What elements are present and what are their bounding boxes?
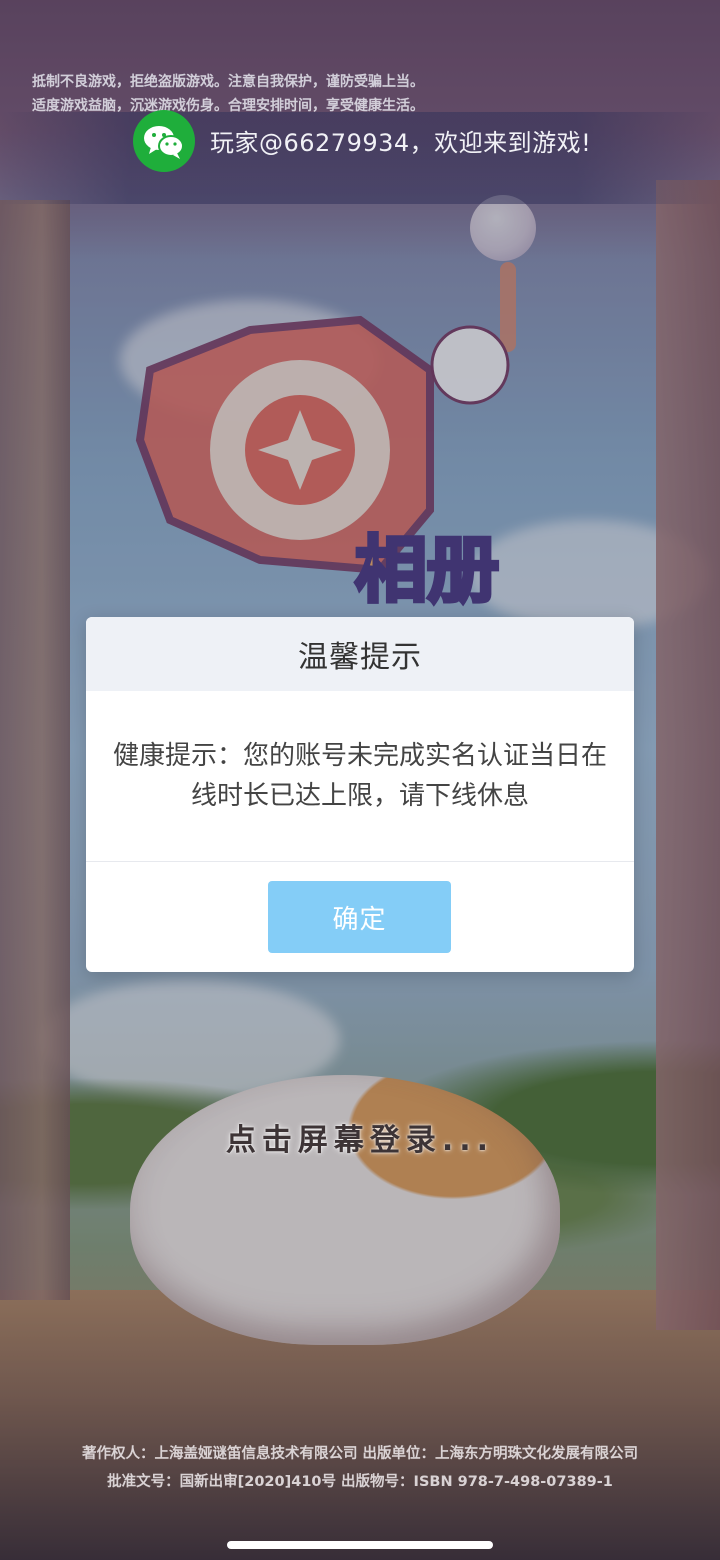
copyright-info: 著作权人：上海盖娅谜笛信息技术有限公司 出版单位：上海东方明珠文化发展有限公司 … [0, 1440, 720, 1496]
wechat-icon [133, 110, 195, 172]
health-notice-line-1: 抵制不良游戏，拒绝盗版游戏。注意自我保护，谨防受骗上当。 [32, 74, 424, 90]
welcome-message: 玩家@66279934，欢迎来到游戏! [210, 129, 592, 157]
dialog-title: 温馨提示 [86, 617, 634, 691]
dialog-body: 健康提示：您的账号未完成实名认证当日在线时长已达上限，请下线休息 [86, 691, 634, 862]
copyright-line-2: 批准文号：国新出审[2020]410号 出版物号：ISBN 978-7-498-… [107, 1474, 613, 1490]
copyright-line-1: 著作权人：上海盖娅谜笛信息技术有限公司 出版单位：上海东方明珠文化发展有限公司 [81, 1446, 639, 1462]
home-indicator[interactable] [227, 1541, 493, 1549]
health-reminder-dialog: 温馨提示 健康提示：您的账号未完成实名认证当日在线时长已达上限，请下线休息 确定 [86, 617, 634, 972]
dialog-footer: 确定 [86, 862, 634, 972]
confirm-button[interactable]: 确定 [268, 881, 451, 953]
health-notice: 抵制不良游戏，拒绝盗版游戏。注意自我保护，谨防受骗上当。 适度游戏益脑，沉迷游戏… [32, 70, 424, 118]
dialog-message: 健康提示：您的账号未完成实名认证当日在线时长已达上限，请下线休息 [112, 741, 607, 811]
game-login-screen[interactable]: 相册 抵制不良游戏，拒绝盗版游戏。注意自我保护，谨防受骗上当。 适度游戏益脑，沉… [0, 0, 720, 1560]
tap-to-login-prompt[interactable]: 点击屏幕登录... [0, 1115, 720, 1159]
